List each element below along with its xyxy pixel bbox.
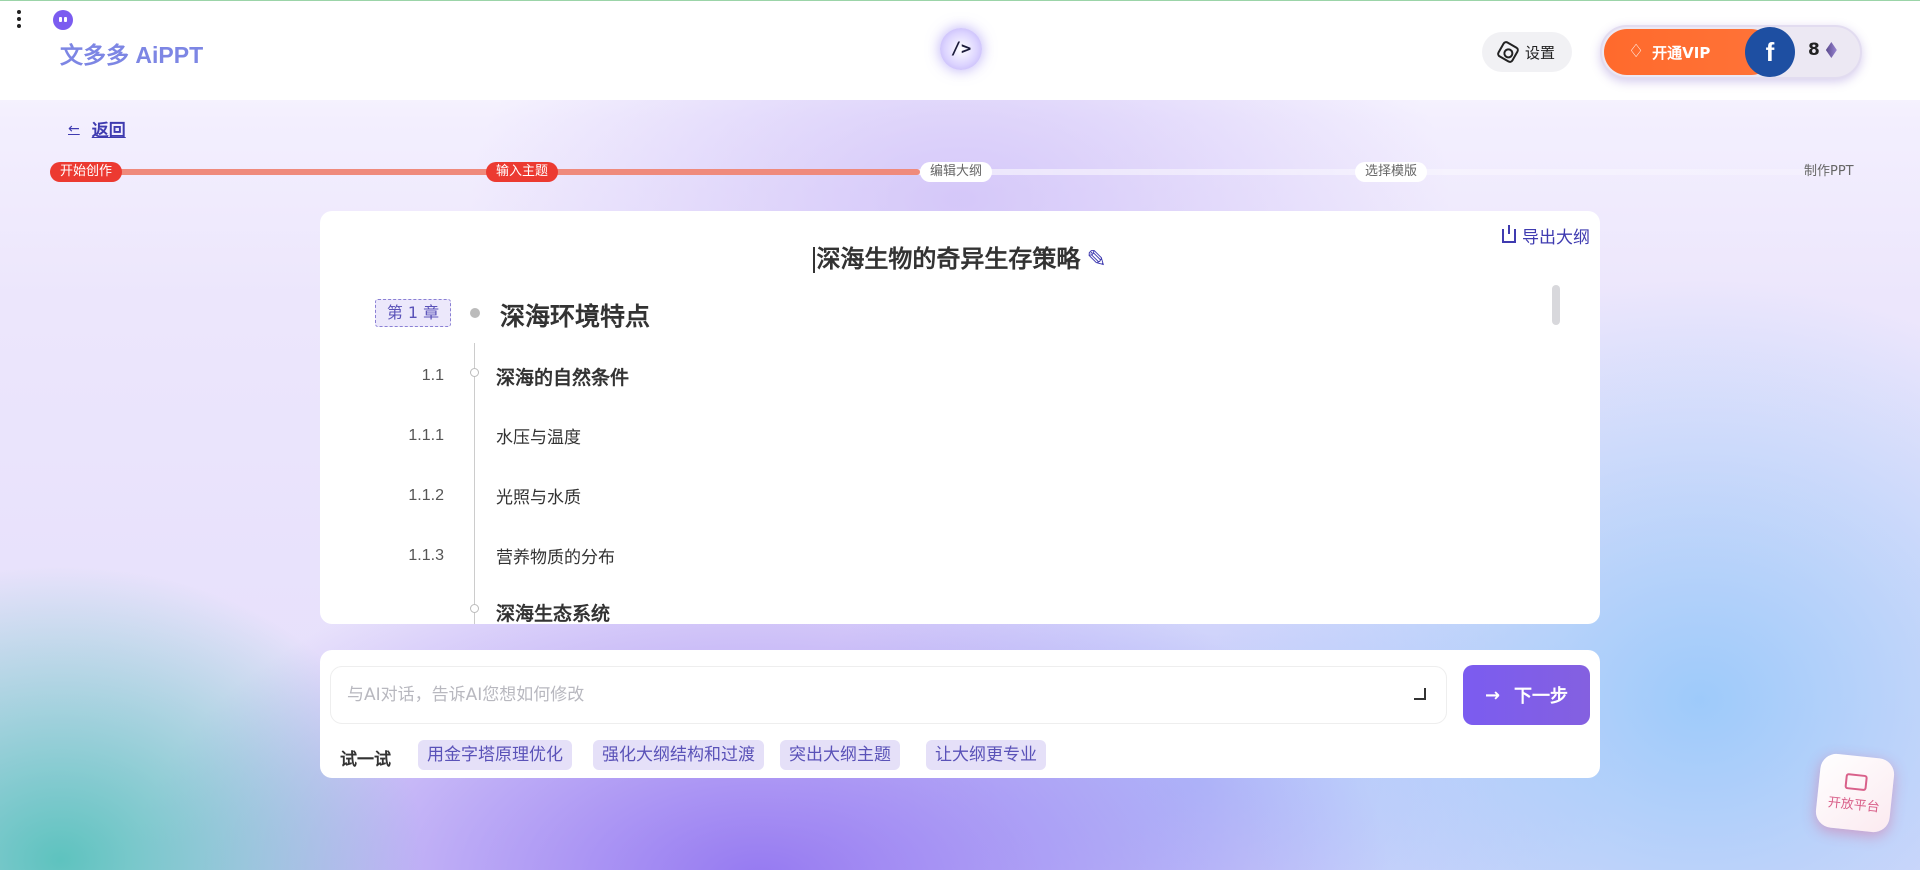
subsection-title[interactable]: 光照与水质: [496, 483, 581, 508]
more-menu-icon[interactable]: [12, 8, 26, 30]
chapter-dot: [470, 308, 480, 318]
settings-icon: [1495, 39, 1521, 65]
credits-badge: 8: [1808, 40, 1837, 60]
chapter-title[interactable]: 深海环境特点: [500, 297, 650, 333]
ai-chat-input[interactable]: [330, 666, 1447, 724]
subsection-number: 1.1.1: [408, 427, 444, 444]
bot-icon[interactable]: [53, 10, 73, 30]
vip-label: 开通VIP: [1652, 43, 1711, 62]
subsection-title[interactable]: 水压与温度: [496, 423, 581, 448]
suggestion-chip[interactable]: 用金字塔原理优化: [418, 740, 572, 770]
back-label: 返回: [91, 121, 126, 141]
try-label: 试一试: [340, 750, 391, 770]
top-strip: [0, 0, 1920, 1]
subsection-title[interactable]: 营养物质的分布: [496, 543, 615, 568]
section-title[interactable]: 深海生态系统: [496, 599, 610, 624]
section-title[interactable]: 深海的自然条件: [496, 363, 629, 390]
arrow-right-icon: →: [1484, 684, 1501, 706]
settings-button[interactable]: 设置: [1482, 32, 1572, 72]
credits-count: 8: [1808, 40, 1820, 60]
suggestion-chip[interactable]: 强化大纲结构和过渡: [593, 740, 764, 770]
progress-steps: 开始创作 输入主题 编辑大纲 选择模版 制作PPT: [50, 162, 1865, 182]
step-make-ppt[interactable]: 制作PPT: [1794, 162, 1864, 182]
section-number: 1.1: [421, 367, 444, 384]
gem-icon: [1825, 42, 1837, 58]
section-dot: [470, 604, 479, 613]
ai-chat-panel: → 下一步 试一试 用金字塔原理优化 强化大纲结构和过渡 突出大纲主题 让大纲更…: [320, 650, 1600, 778]
next-step-label: 下一步: [1514, 686, 1569, 707]
step-choose-template[interactable]: 选择模版: [1355, 162, 1428, 182]
avatar[interactable]: f: [1745, 27, 1795, 77]
open-platform-button[interactable]: 开放平台: [1814, 752, 1896, 834]
section-dot: [470, 368, 479, 377]
back-link[interactable]: ← 返回: [68, 116, 126, 142]
outline-card: 导出大纲 深海生物的奇异生存策略 ✎ 第 1 章 深海环境特点 1.1 深海的自然…: [320, 211, 1600, 624]
center-logo-icon: />: [940, 28, 982, 70]
step-start[interactable]: 开始创作: [50, 162, 123, 182]
diamond-icon: ♢: [1628, 41, 1645, 62]
step-input-topic[interactable]: 输入主题: [486, 162, 559, 182]
subsection-number: 1.1.3: [408, 547, 444, 564]
open-platform-label: 开放平台: [1827, 794, 1881, 816]
header: 文多多 AiPPT /> 设置 ♢ 开通VIP f 8: [0, 0, 1920, 100]
enter-icon: [1414, 688, 1426, 700]
suggestion-chip[interactable]: 让大纲更专业: [926, 740, 1046, 770]
arrow-left-icon: ←: [68, 120, 80, 137]
subsection-number: 1.1.2: [408, 487, 444, 504]
chapter-badge: 第 1 章: [375, 299, 451, 327]
next-step-button[interactable]: → 下一步: [1463, 665, 1590, 725]
settings-label: 设置: [1524, 43, 1555, 62]
outline-list: 第 1 章 深海环境特点 1.1 深海的自然条件 1.1.1 水压与温度 1.1…: [320, 211, 1600, 624]
app-logo[interactable]: 文多多 AiPPT: [60, 36, 203, 70]
outline-timeline: [474, 343, 475, 624]
account-area: ♢ 开通VIP f 8: [1600, 25, 1862, 79]
suggestion-chip[interactable]: 突出大纲主题: [780, 740, 900, 770]
open-platform-icon: [1844, 772, 1868, 791]
step-edit-outline[interactable]: 编辑大纲: [920, 162, 993, 182]
